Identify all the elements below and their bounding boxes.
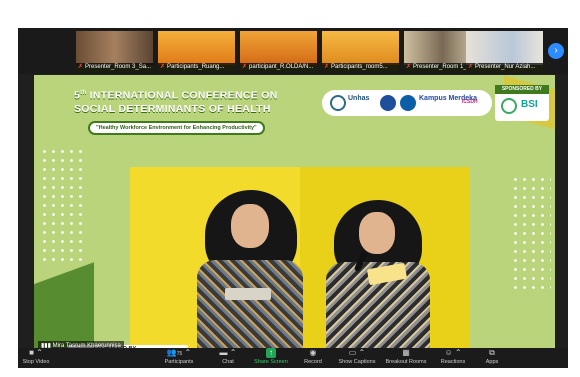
- participant-thumbnail[interactable]: ✗ Presenter_Room 3_Sa...: [76, 31, 153, 72]
- partner-unhas: Unhas: [348, 95, 370, 102]
- participant-name: Participants_room5...: [331, 64, 388, 70]
- sponsor-logo-icon: [501, 98, 517, 114]
- sponsor-bank: BSI: [521, 99, 538, 110]
- participants-icon: 👥75 ⌃: [166, 348, 192, 357]
- participant-video: [466, 31, 543, 65]
- main-video: 5th INTERNATIONAL CONFERENCE ON SOCIAL D…: [34, 75, 555, 353]
- mic-muted-icon: ✗: [242, 64, 248, 70]
- decorative-shape: [34, 262, 94, 353]
- next-page-arrow-icon[interactable]: ›: [548, 43, 564, 59]
- share-screen-icon: ↑: [266, 348, 276, 358]
- participant-name: Presenter_Nur Aziah...: [475, 64, 536, 70]
- show-captions-button[interactable]: ▭ ⌃ Show Captions: [334, 348, 380, 368]
- mic-muted-icon: ✗: [324, 64, 330, 70]
- participant-thumbnail-strip: ✗ Presenter_Room 3_Sa... ✗ Participants_Ru…: [18, 28, 568, 74]
- mic-muted-icon: ✗: [160, 64, 166, 70]
- chat-button[interactable]: ▬ ⌃ Chat: [210, 348, 246, 368]
- decorative-dots: [40, 147, 86, 267]
- reactions-button[interactable]: ☺ ⌃ Reactions: [436, 348, 470, 368]
- mic-muted-icon: ✗: [406, 64, 412, 70]
- mic-muted-icon: ✗: [468, 64, 474, 70]
- apps-icon: ⧉: [489, 348, 495, 357]
- sponsor-box: SPONSORED BY BSI: [495, 85, 549, 121]
- share-screen-button[interactable]: ↑ Share Screen: [248, 348, 294, 368]
- participant-video: [76, 31, 153, 65]
- breakout-rooms-icon: ▦: [402, 348, 410, 357]
- ministry-logo-icon: [400, 95, 416, 111]
- presenter-left: [197, 190, 307, 353]
- conference-title-line2: SOCIAL DETERMINANTS OF HEALTH: [74, 102, 271, 115]
- participant-thumbnail[interactable]: ✗ Participants_room5...: [322, 31, 399, 72]
- chat-icon: ▬ ⌃: [219, 348, 237, 357]
- participants-button[interactable]: 👥75 ⌃ Participants: [148, 348, 210, 368]
- record-icon: ◉: [309, 348, 317, 357]
- record-button[interactable]: ◉ Record: [298, 348, 328, 368]
- participant-thumbnail[interactable]: ✗ Participants_Ruang...: [158, 31, 235, 72]
- conference-title-line1: 5th INTERNATIONAL CONFERENCE ON: [74, 89, 278, 102]
- participant-video: [158, 31, 235, 65]
- meeting-toolbar: ■ ⌃ Stop Video 👥75 ⌃ Participants ▬ ⌃ Ch…: [18, 348, 568, 368]
- participant-video: [240, 31, 317, 65]
- zoom-meeting-window: ✗ Presenter_Room 3_Sa... ✗ Participants_Ru…: [18, 28, 568, 368]
- apps-button[interactable]: ⧉ Apps: [478, 348, 506, 368]
- unhas-logo-icon: [330, 95, 346, 111]
- partner-logos: Unhas Kampus Merdeka ICSDH: [322, 90, 492, 116]
- mic-muted-icon: ✗: [78, 64, 84, 70]
- participant-thumbnail[interactable]: ✗ participant_R.OLDA/N...: [240, 31, 317, 72]
- participant-thumbnail[interactable]: ✗ Presenter_Nur Aziah...: [466, 31, 543, 72]
- conference-theme: "Healthy Workforce Environment for Enhan…: [88, 120, 265, 135]
- stop-video-button[interactable]: ■ ⌃ Stop Video: [18, 348, 54, 368]
- breakout-rooms-button[interactable]: ▦ Breakout Rooms: [382, 348, 430, 368]
- participant-name: Participants_Ruang...: [167, 64, 225, 70]
- script-paper: [225, 288, 271, 300]
- video-camera-icon: ■ ⌃: [29, 348, 43, 357]
- participant-video: [322, 31, 399, 65]
- reactions-icon: ☺ ⌃: [444, 348, 462, 357]
- partner-icsdh: ICSDH: [462, 99, 478, 105]
- participant-name: Presenter_Room 3_Sa...: [85, 64, 152, 70]
- presenter-right: [324, 200, 434, 353]
- captions-icon: ▭ ⌃: [348, 348, 366, 357]
- sponsor-label: SPONSORED BY: [495, 85, 549, 94]
- participant-name: participant_R.OLDA/N...: [249, 64, 314, 70]
- university-crest-icon: [380, 95, 396, 111]
- decorative-dots: [511, 175, 551, 295]
- conference-title-block: 5th INTERNATIONAL CONFERENCE ON SOCIAL D…: [74, 87, 278, 135]
